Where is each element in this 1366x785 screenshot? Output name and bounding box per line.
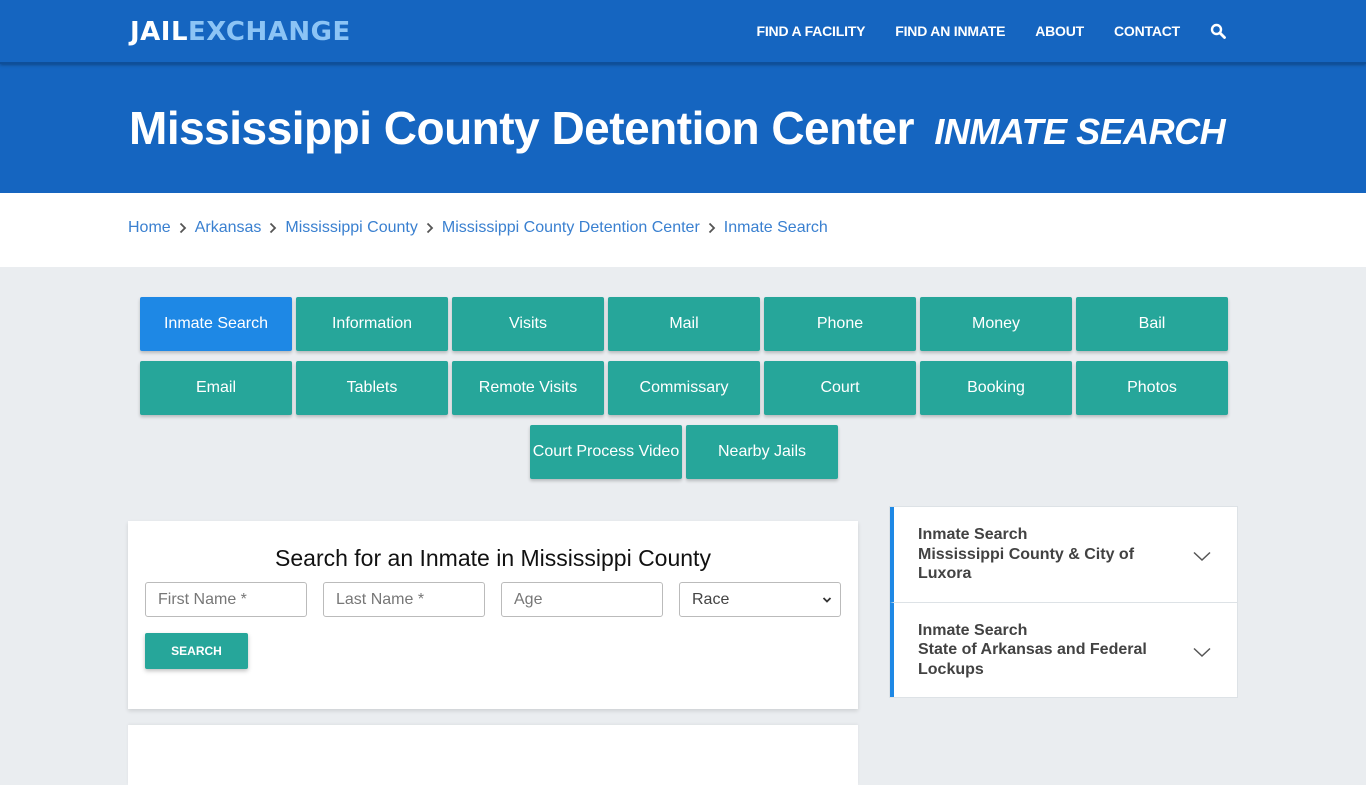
tab-money[interactable]: Money <box>920 297 1072 351</box>
first-name-input[interactable] <box>145 582 307 617</box>
nav-find-inmate[interactable]: FIND AN INMATE <box>895 23 1005 39</box>
breadcrumb-bar: Home Arkansas Mississippi County Mississ… <box>0 193 1366 267</box>
search-button[interactable]: SEARCH <box>145 633 248 669</box>
nav-contact[interactable]: CONTACT <box>1114 23 1180 39</box>
search-heading: Search for an Inmate in Mississippi Coun… <box>275 545 711 571</box>
hero-banner: Mississippi County Detention Center INMA… <box>0 64 1366 193</box>
tab-tablets[interactable]: Tablets <box>296 361 448 415</box>
results-card <box>128 725 858 785</box>
chevron-down-icon <box>1193 548 1211 568</box>
sidebar-item-subtitle: Mississippi County & City of Luxora <box>918 545 1135 583</box>
chevron-right-icon <box>261 219 285 237</box>
nav-about[interactable]: ABOUT <box>1035 23 1084 39</box>
chevron-right-icon <box>418 219 442 237</box>
main-nav: FIND A FACILITY FIND AN INMATE ABOUT CON… <box>727 0 1226 62</box>
site-logo[interactable]: JAILEXCHANGE <box>130 16 351 48</box>
sidebar-item-subtitle: State of Arkansas and Federal Lockups <box>918 641 1147 678</box>
page-subtitle: INMATE SEARCH <box>934 111 1226 152</box>
tab-remote-visits[interactable]: Remote Visits <box>452 361 604 415</box>
tab-commissary[interactable]: Commissary <box>608 361 760 415</box>
search-icon[interactable] <box>1210 23 1226 39</box>
breadcrumb-state[interactable]: Arkansas <box>195 219 262 237</box>
race-select-value: Race <box>692 590 730 608</box>
logo-jail: JAIL <box>130 17 189 47</box>
tab-inmate-search[interactable]: Inmate Search <box>140 297 292 351</box>
tab-court[interactable]: Court <box>764 361 916 415</box>
tab-court-process-video[interactable]: Court Process Video <box>530 425 682 479</box>
logo-exchange: EXCHANGE <box>188 17 351 47</box>
search-links-sidebar: Inmate Search Mississippi County & City … <box>889 506 1238 698</box>
chevron-down-icon <box>1193 644 1211 664</box>
breadcrumb-facility[interactable]: Mississippi County Detention Center <box>442 219 700 237</box>
tab-mail[interactable]: Mail <box>608 297 760 351</box>
breadcrumb-home[interactable]: Home <box>128 219 171 237</box>
chevron-down-icon <box>822 591 832 609</box>
chevron-right-icon <box>171 219 195 237</box>
tab-phone[interactable]: Phone <box>764 297 916 351</box>
facility-tabs: Inmate Search Information Visits Mail Ph… <box>137 297 1231 489</box>
inmate-search-form: Search for an Inmate in Mississippi Coun… <box>128 521 858 709</box>
tab-photos[interactable]: Photos <box>1076 361 1228 415</box>
tab-booking[interactable]: Booking <box>920 361 1072 415</box>
facility-name: Mississippi County Detention Center <box>129 102 915 154</box>
tab-information[interactable]: Information <box>296 297 448 351</box>
breadcrumb-county[interactable]: Mississippi County <box>285 219 417 237</box>
page-title: Mississippi County Detention Center INMA… <box>129 100 1226 160</box>
sidebar-item-title: Inmate Search <box>918 621 1028 639</box>
top-navbar: JAILEXCHANGE FIND A FACILITY FIND AN INM… <box>0 0 1366 64</box>
tab-nearby-jails[interactable]: Nearby Jails <box>686 425 838 479</box>
last-name-input[interactable] <box>323 582 485 617</box>
breadcrumb-current[interactable]: Inmate Search <box>724 219 828 237</box>
chevron-right-icon <box>700 219 724 237</box>
sidebar-item-state-federal-search[interactable]: Inmate Search State of Arkansas and Fede… <box>890 602 1237 697</box>
tab-bail[interactable]: Bail <box>1076 297 1228 351</box>
sidebar-item-title: Inmate Search <box>918 526 1028 543</box>
nav-find-facility[interactable]: FIND A FACILITY <box>757 23 866 39</box>
breadcrumb: Home Arkansas Mississippi County Mississ… <box>128 219 828 237</box>
tab-visits[interactable]: Visits <box>452 297 604 351</box>
tab-email[interactable]: Email <box>140 361 292 415</box>
sidebar-item-county-search[interactable]: Inmate Search Mississippi County & City … <box>890 507 1237 603</box>
race-select[interactable]: Race <box>679 582 841 617</box>
age-input[interactable] <box>501 582 663 617</box>
